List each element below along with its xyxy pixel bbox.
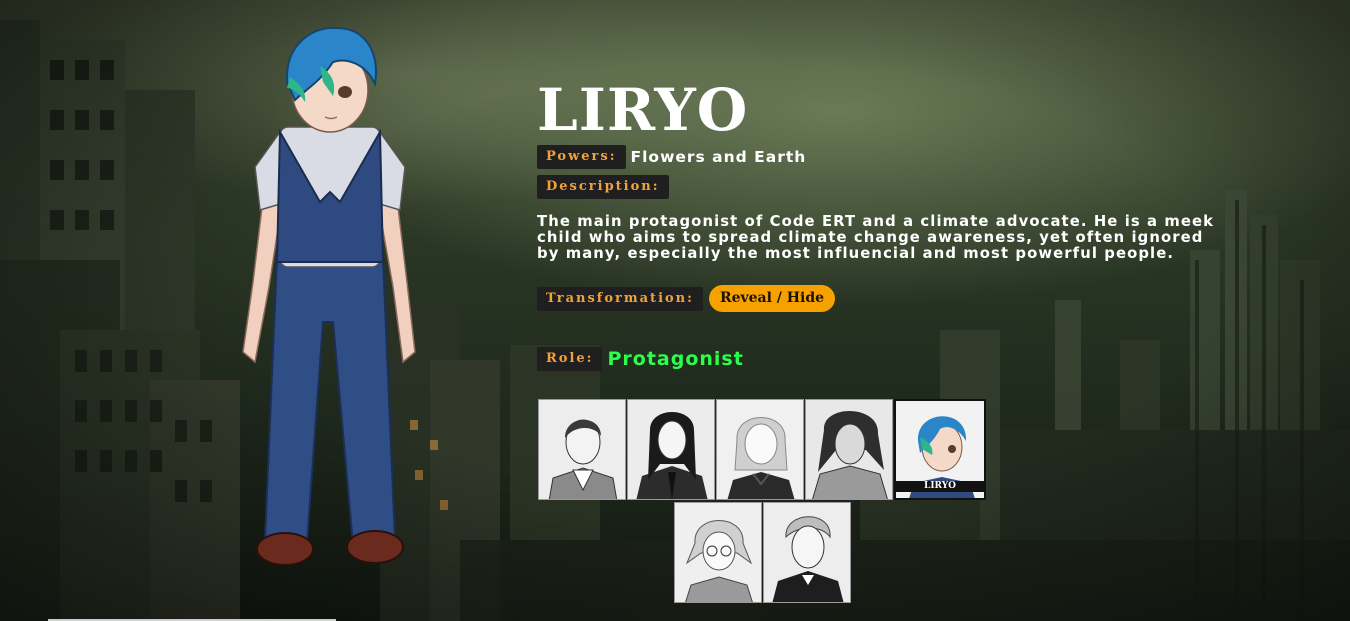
gallery-row-1: LIRYO	[538, 399, 992, 500]
powers-row: Powers: Flowers and Earth	[537, 145, 806, 169]
portrait-icon	[717, 400, 803, 499]
reveal-hide-button[interactable]: Reveal / Hide	[708, 285, 836, 312]
description-label: Description:	[537, 175, 669, 199]
character-name: LIRYO	[537, 76, 749, 144]
character-thumb-7[interactable]	[763, 502, 851, 603]
description-row: Description:	[537, 175, 669, 199]
character-thumb-2[interactable]	[627, 399, 715, 500]
character-thumb-1[interactable]	[538, 399, 626, 500]
active-thumb-caption: LIRYO	[896, 481, 984, 492]
role-value: Protagonist	[607, 348, 744, 370]
character-thumb-3[interactable]	[716, 399, 804, 500]
character-gallery: LIRYO	[538, 399, 992, 603]
role-row: Role: Protagonist	[537, 347, 744, 371]
character-info-panel: LIRYO Powers: Flowers and Earth Descripti…	[537, 76, 1217, 371]
character-thumb-liryo[interactable]: LIRYO	[894, 399, 986, 500]
character-thumb-6[interactable]	[674, 502, 762, 603]
character-thumb-4[interactable]	[805, 399, 893, 500]
portrait-icon	[764, 503, 850, 602]
gallery-row-2	[674, 502, 852, 603]
portrait-icon	[806, 400, 892, 499]
description-text: The main protagonist of Code ERT and a c…	[537, 213, 1215, 262]
transformation-label: Transformation:	[537, 286, 703, 311]
portrait-icon	[675, 503, 761, 602]
powers-value: Flowers and Earth	[630, 148, 807, 166]
character-illustration	[242, 26, 416, 566]
portrait-icon	[628, 400, 714, 499]
portrait-icon	[539, 400, 625, 499]
role-label: Role:	[537, 347, 603, 371]
transformation-row: Transformation: Reveal / Hide	[537, 285, 836, 312]
powers-label: Powers:	[537, 145, 626, 169]
